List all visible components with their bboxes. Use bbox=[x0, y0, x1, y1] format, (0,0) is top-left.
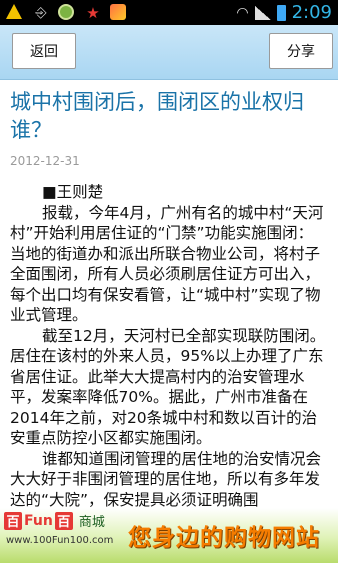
article-body: ■王则楚 报载，今年4月，广州有名的城中村“天河村”开始利用居住证的“门禁”功能… bbox=[10, 182, 328, 508]
signal-icon bbox=[254, 5, 271, 20]
star-icon: ★ bbox=[86, 3, 100, 22]
article-author: ■王则楚 bbox=[42, 183, 104, 201]
ad-banner[interactable]: 百 Fun 百 商城 www.100Fun100.com 您身边的购物网站 bbox=[0, 508, 338, 563]
ad-logo-fun: Fun bbox=[24, 512, 53, 529]
toolbar: 返回 分享 bbox=[0, 25, 338, 80]
ad-url: www.100Fun100.com bbox=[6, 535, 114, 546]
article-date: 2012-12-31 bbox=[10, 154, 80, 168]
article-paragraph: 截至12月，天河村已全部实现联防围闭。居住在该村的外来人员，95%以上办理了广东… bbox=[10, 326, 326, 448]
ad-logo: 百 Fun 百 商城 bbox=[4, 511, 105, 530]
app-notification-icon bbox=[110, 3, 128, 22]
app-status-icon bbox=[58, 3, 76, 22]
article-paragraph: 谁都知道围闭管理的居住地的治安情况会大大好于非围闭管理的居住地，所以有多年发达的… bbox=[10, 449, 322, 509]
wifi-icon: ◠ bbox=[236, 4, 249, 21]
share-button[interactable]: 分享 bbox=[269, 33, 333, 69]
ad-logo-left: 百 bbox=[4, 511, 22, 530]
back-button[interactable]: 返回 bbox=[12, 33, 76, 69]
article-title: 城中村围闭后，围闭区的业权归谁？ bbox=[10, 90, 304, 142]
battery-icon bbox=[276, 4, 286, 21]
clock: 2:09 bbox=[291, 2, 332, 23]
ad-logo-right: 百 bbox=[54, 511, 73, 530]
status-bar: ⎆ ★ ◠ 2:09 bbox=[0, 0, 338, 25]
ad-slogan: 您身边的购物网站 bbox=[128, 525, 320, 551]
status-system: ◠ 2:09 bbox=[236, 2, 332, 23]
article-view[interactable]: 城中村围闭后，围闭区的业权归谁？ 2012-12-31 ■王则楚 报载，今年4月… bbox=[0, 80, 338, 508]
usb-icon: ⎆ bbox=[35, 4, 47, 21]
warning-icon bbox=[6, 3, 24, 22]
article-paragraph: 报载，今年4月，广州有名的城中村“天河村”开始利用居住证的“门禁”功能实施围闭：… bbox=[10, 203, 324, 325]
status-notifications: ⎆ ★ bbox=[6, 3, 128, 22]
ad-store-label: 商城 bbox=[78, 515, 105, 530]
